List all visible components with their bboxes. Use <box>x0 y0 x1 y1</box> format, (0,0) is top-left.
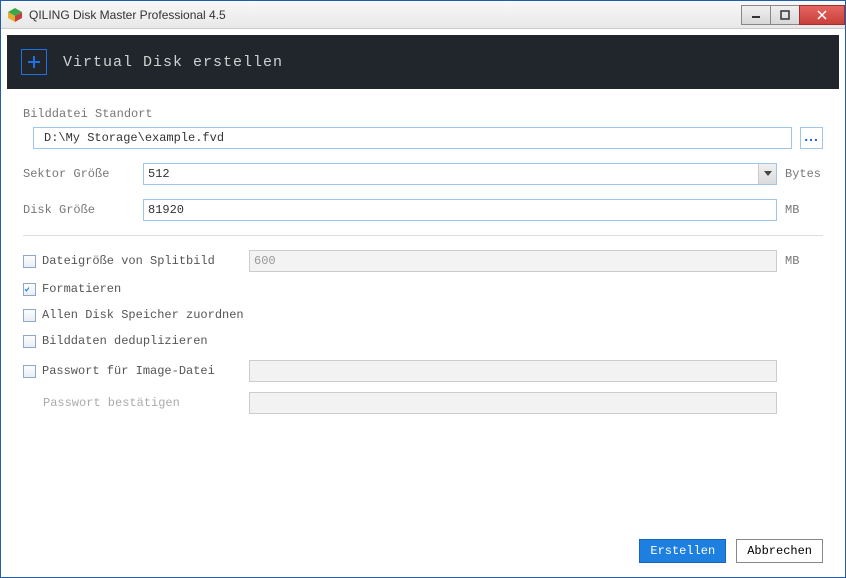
allocate-checkbox[interactable] <box>23 309 36 322</box>
format-label[interactable]: Formatieren <box>42 282 121 296</box>
sector-size-select[interactable]: 512 <box>143 163 777 185</box>
split-size-input <box>249 250 777 272</box>
dedup-label[interactable]: Bilddaten deduplizieren <box>42 334 208 348</box>
disk-size-input[interactable] <box>143 199 777 221</box>
password-confirm-input <box>249 392 777 414</box>
password-checkbox[interactable] <box>23 365 36 378</box>
dialog-content: Bilddatei Standort ... Sektor Größe 512 … <box>1 95 845 529</box>
maximize-button[interactable] <box>770 5 800 25</box>
sector-size-unit: Bytes <box>785 167 823 181</box>
create-button[interactable]: Erstellen <box>639 539 726 563</box>
disk-size-unit: MB <box>785 203 823 217</box>
dedup-checkbox[interactable] <box>23 335 36 348</box>
create-disk-icon <box>21 49 47 75</box>
location-input[interactable] <box>33 127 792 149</box>
divider <box>23 235 823 236</box>
location-label: Bilddatei Standort <box>23 107 823 121</box>
allocate-label[interactable]: Allen Disk Speicher zuordnen <box>42 308 244 322</box>
titlebar: QILING Disk Master Professional 4.5 <box>1 1 845 29</box>
sector-size-label: Sektor Größe <box>23 167 135 181</box>
window-controls <box>742 5 845 25</box>
password-label[interactable]: Passwort für Image-Datei <box>42 364 215 378</box>
disk-size-label: Disk Größe <box>23 203 135 217</box>
split-size-unit: MB <box>785 254 823 268</box>
cancel-button[interactable]: Abbrechen <box>736 539 823 563</box>
app-window: QILING Disk Master Professional 4.5 Virt… <box>0 0 846 578</box>
split-checkbox[interactable] <box>23 255 36 268</box>
format-checkbox[interactable] <box>23 283 36 296</box>
split-label[interactable]: Dateigröße von Splitbild <box>42 254 215 268</box>
password-confirm-label: Passwort bestätigen <box>23 396 241 410</box>
password-input <box>249 360 777 382</box>
minimize-button[interactable] <box>741 5 771 25</box>
window-title: QILING Disk Master Professional 4.5 <box>29 8 742 22</box>
dialog-title: Virtual Disk erstellen <box>63 54 283 71</box>
dialog-footer: Erstellen Abbrechen <box>1 529 845 577</box>
close-button[interactable] <box>799 5 845 25</box>
dialog-header: Virtual Disk erstellen <box>7 35 839 89</box>
browse-button[interactable]: ... <box>800 127 823 149</box>
app-icon <box>7 7 23 23</box>
